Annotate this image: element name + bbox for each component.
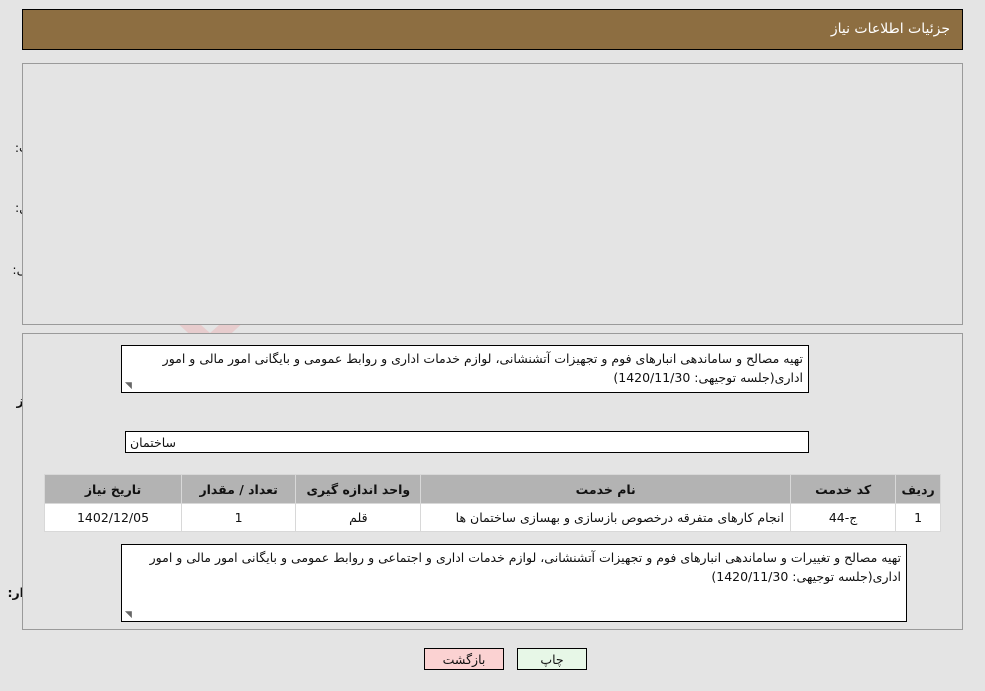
page-title-bar: جزئیات اطلاعات نیاز bbox=[22, 9, 963, 50]
cell-code: ج-44 bbox=[789, 503, 897, 532]
th-name: نام خدمت bbox=[420, 474, 791, 504]
cell-quantity: 1 bbox=[181, 503, 297, 532]
cell-name: انجام کارهای متفرقه درخصوص بازسازی و بهس… bbox=[420, 503, 791, 532]
print-button[interactable]: چاپ bbox=[517, 648, 587, 670]
service-group-field[interactable]: ساختمان bbox=[125, 431, 809, 453]
back-button[interactable]: بازگشت bbox=[424, 648, 504, 670]
th-row: ردیف bbox=[895, 474, 941, 504]
th-code: کد خدمت bbox=[789, 474, 897, 504]
cell-date: 1402/12/05 bbox=[43, 503, 183, 532]
summary-textarea[interactable]: تهیه مصالح و ساماندهی انبارهای فوم و تجه… bbox=[121, 345, 809, 393]
buyer-notes-textarea[interactable]: تهیه مصالح و تغییرات و ساماندهی انبارهای… bbox=[121, 544, 907, 622]
th-quantity: تعداد / مقدار bbox=[181, 474, 297, 504]
resize-grip-icon: ◤ bbox=[125, 381, 132, 391]
buyer-notes-text: تهیه مصالح و تغییرات و ساماندهی انبارهای… bbox=[149, 550, 901, 585]
resize-grip-icon-notes: ◤ bbox=[125, 610, 132, 620]
summary-text: تهیه مصالح و ساماندهی انبارهای فوم و تجه… bbox=[162, 351, 803, 386]
cell-unit: قلم bbox=[295, 503, 422, 532]
services-table: ردیف کد خدمت نام خدمت واحد اندازه گیری ت… bbox=[43, 474, 941, 532]
th-date: تاریخ نیاز bbox=[43, 474, 183, 504]
page-title: جزئیات اطلاعات نیاز bbox=[830, 21, 950, 37]
th-unit: واحد اندازه گیری bbox=[295, 474, 422, 504]
table-header-row: ردیف کد خدمت نام خدمت واحد اندازه گیری ت… bbox=[43, 474, 941, 504]
table-row: 1 ج-44 انجام کارهای متفرقه درخصوص بازساز… bbox=[43, 503, 941, 532]
cell-row: 1 bbox=[895, 503, 941, 532]
need-summary-panel bbox=[22, 63, 963, 325]
